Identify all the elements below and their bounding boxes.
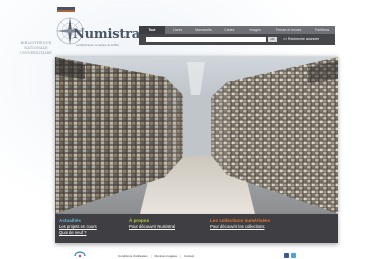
discover-numistral-link[interactable]: Pour découvrir Numistral	[129, 224, 175, 230]
gallica-partner-logo[interactable]	[74, 251, 86, 257]
tab-press[interactable]: Presse et revues	[268, 28, 309, 32]
page-footer: Conditions d'utilisation | Mentions légale…	[55, 248, 338, 258]
twitter-icon[interactable]	[291, 253, 296, 258]
logo-wordmark: Numistral	[73, 27, 145, 42]
tab-manuscripts[interactable]: Manuscrits	[191, 28, 217, 32]
library-line-3: UNIVERSITAIRE	[20, 51, 52, 55]
collections-column: Les collections numérisées Pour découvri…	[210, 218, 270, 230]
tab-maps[interactable]: Cartes	[216, 28, 242, 32]
facebook-icon[interactable]	[284, 253, 289, 258]
library-name: BIBLIOTHEQUE NATIONALE UNIVERSITAIRE	[16, 41, 56, 56]
tab-scores[interactable]: Partitions	[309, 28, 335, 32]
whats-new-link[interactable]: Quoi de neuf ?	[59, 230, 97, 236]
legal-link[interactable]: Mentions légales	[155, 254, 178, 258]
header-stamp-accent	[57, 10, 75, 12]
contact-link[interactable]: Contact	[184, 254, 194, 258]
search-ok-button[interactable]: OK	[268, 37, 277, 42]
tab-all[interactable]: Tout	[139, 26, 165, 34]
hero-library-shelves	[55, 57, 338, 214]
advanced-search-link[interactable]: >> Recherche avancée	[283, 37, 319, 42]
about-column: À propos Pour découvrir Numistral	[129, 218, 175, 230]
footer-separator: |	[150, 254, 152, 258]
tab-images[interactable]: Images	[242, 28, 268, 32]
promo-panel: Actualités Les projets en cours Quoi de …	[55, 214, 338, 243]
hero-image	[55, 57, 338, 214]
footer-separator: |	[180, 254, 181, 258]
search-input[interactable]	[146, 37, 266, 42]
site-logo[interactable]: Numistral La bibliothèque numérique de l…	[54, 14, 145, 48]
tab-books[interactable]: Livres	[165, 28, 191, 32]
news-column: Actualités Les projets en cours Quoi de …	[59, 218, 97, 236]
terms-link[interactable]: Conditions d'utilisation	[118, 254, 148, 258]
logo-tagline: La bibliothèque numérique de la BNU	[76, 44, 120, 47]
search-category-tabs: Tout Livres Manuscrits Cartes Images Pre…	[139, 26, 335, 34]
footer-links: Conditions d'utilisation | Mentions légale…	[118, 254, 194, 258]
discover-collections-link[interactable]: Pour découvrir les collections	[210, 224, 270, 230]
